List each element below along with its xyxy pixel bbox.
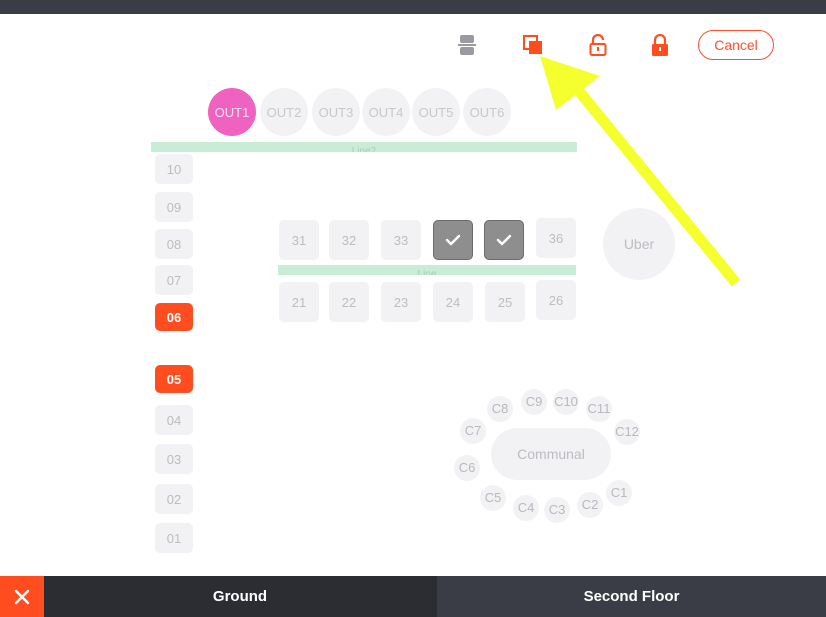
seat-04[interactable]: 04 (155, 405, 193, 435)
communal-seat-c9[interactable]: C9 (521, 389, 547, 415)
table-25[interactable]: 25 (485, 282, 525, 322)
seat-10[interactable]: 10 (155, 154, 193, 184)
cancel-button[interactable]: Cancel (698, 30, 774, 60)
seat-08[interactable]: 08 (155, 229, 193, 259)
line2-bar: Line2 (151, 142, 577, 152)
uber-table[interactable]: Uber (603, 208, 675, 280)
communal-seat-c4[interactable]: C4 (513, 495, 539, 521)
out-table-2[interactable]: OUT2 (260, 88, 308, 136)
out-table-6[interactable]: OUT6 (463, 88, 511, 136)
close-icon (14, 589, 30, 604)
check-icon (445, 234, 461, 246)
out-table-4[interactable]: OUT4 (362, 88, 410, 136)
communal-table[interactable]: Communal (491, 428, 611, 480)
check-icon (496, 234, 512, 246)
communal-seat-c10[interactable]: C10 (553, 389, 579, 415)
table-35-checked[interactable] (484, 220, 524, 260)
table-21[interactable]: 21 (279, 282, 319, 322)
line-bar: Line (278, 265, 576, 275)
seat-03[interactable]: 03 (155, 444, 193, 474)
split-icon[interactable] (455, 32, 479, 58)
communal-seat-c12[interactable]: C12 (614, 419, 640, 445)
table-22[interactable]: 22 (329, 282, 369, 322)
top-bar (0, 0, 826, 14)
communal-seat-c1[interactable]: C1 (606, 480, 632, 506)
seat-09[interactable]: 09 (155, 192, 193, 222)
seat-05[interactable]: 05 (155, 365, 193, 393)
seat-06[interactable]: 06 (155, 303, 193, 331)
floor-bar: Ground Second Floor (0, 576, 826, 617)
communal-seat-c8[interactable]: C8 (487, 396, 513, 422)
lock-icon[interactable] (648, 32, 672, 58)
table-33[interactable]: 33 (381, 220, 421, 260)
out-table-5[interactable]: OUT5 (412, 88, 460, 136)
table-32[interactable]: 32 (329, 220, 369, 260)
communal-seat-c11[interactable]: C11 (586, 396, 612, 422)
table-36[interactable]: 36 (536, 218, 576, 258)
table-24[interactable]: 24 (433, 282, 473, 322)
communal-seat-c2[interactable]: C2 (577, 492, 603, 518)
out-table-1[interactable]: OUT1 (208, 88, 256, 136)
communal-seat-c5[interactable]: C5 (480, 485, 506, 511)
communal-seat-c3[interactable]: C3 (544, 497, 570, 523)
table-23[interactable]: 23 (381, 282, 421, 322)
table-31[interactable]: 31 (279, 220, 319, 260)
seat-01[interactable]: 01 (155, 523, 193, 553)
table-26[interactable]: 26 (536, 280, 576, 320)
table-34-checked[interactable] (433, 220, 473, 260)
out-table-3[interactable]: OUT3 (312, 88, 360, 136)
seat-07[interactable]: 07 (155, 265, 193, 295)
copy-icon[interactable] (521, 32, 545, 58)
tab-ground[interactable]: Ground (44, 576, 436, 617)
close-button[interactable] (0, 576, 44, 617)
seat-02[interactable]: 02 (155, 484, 193, 514)
tab-second-floor[interactable]: Second Floor (437, 576, 826, 617)
unlock-icon[interactable] (586, 32, 610, 58)
communal-seat-c6[interactable]: C6 (454, 455, 480, 481)
communal-seat-c7[interactable]: C7 (460, 418, 486, 444)
